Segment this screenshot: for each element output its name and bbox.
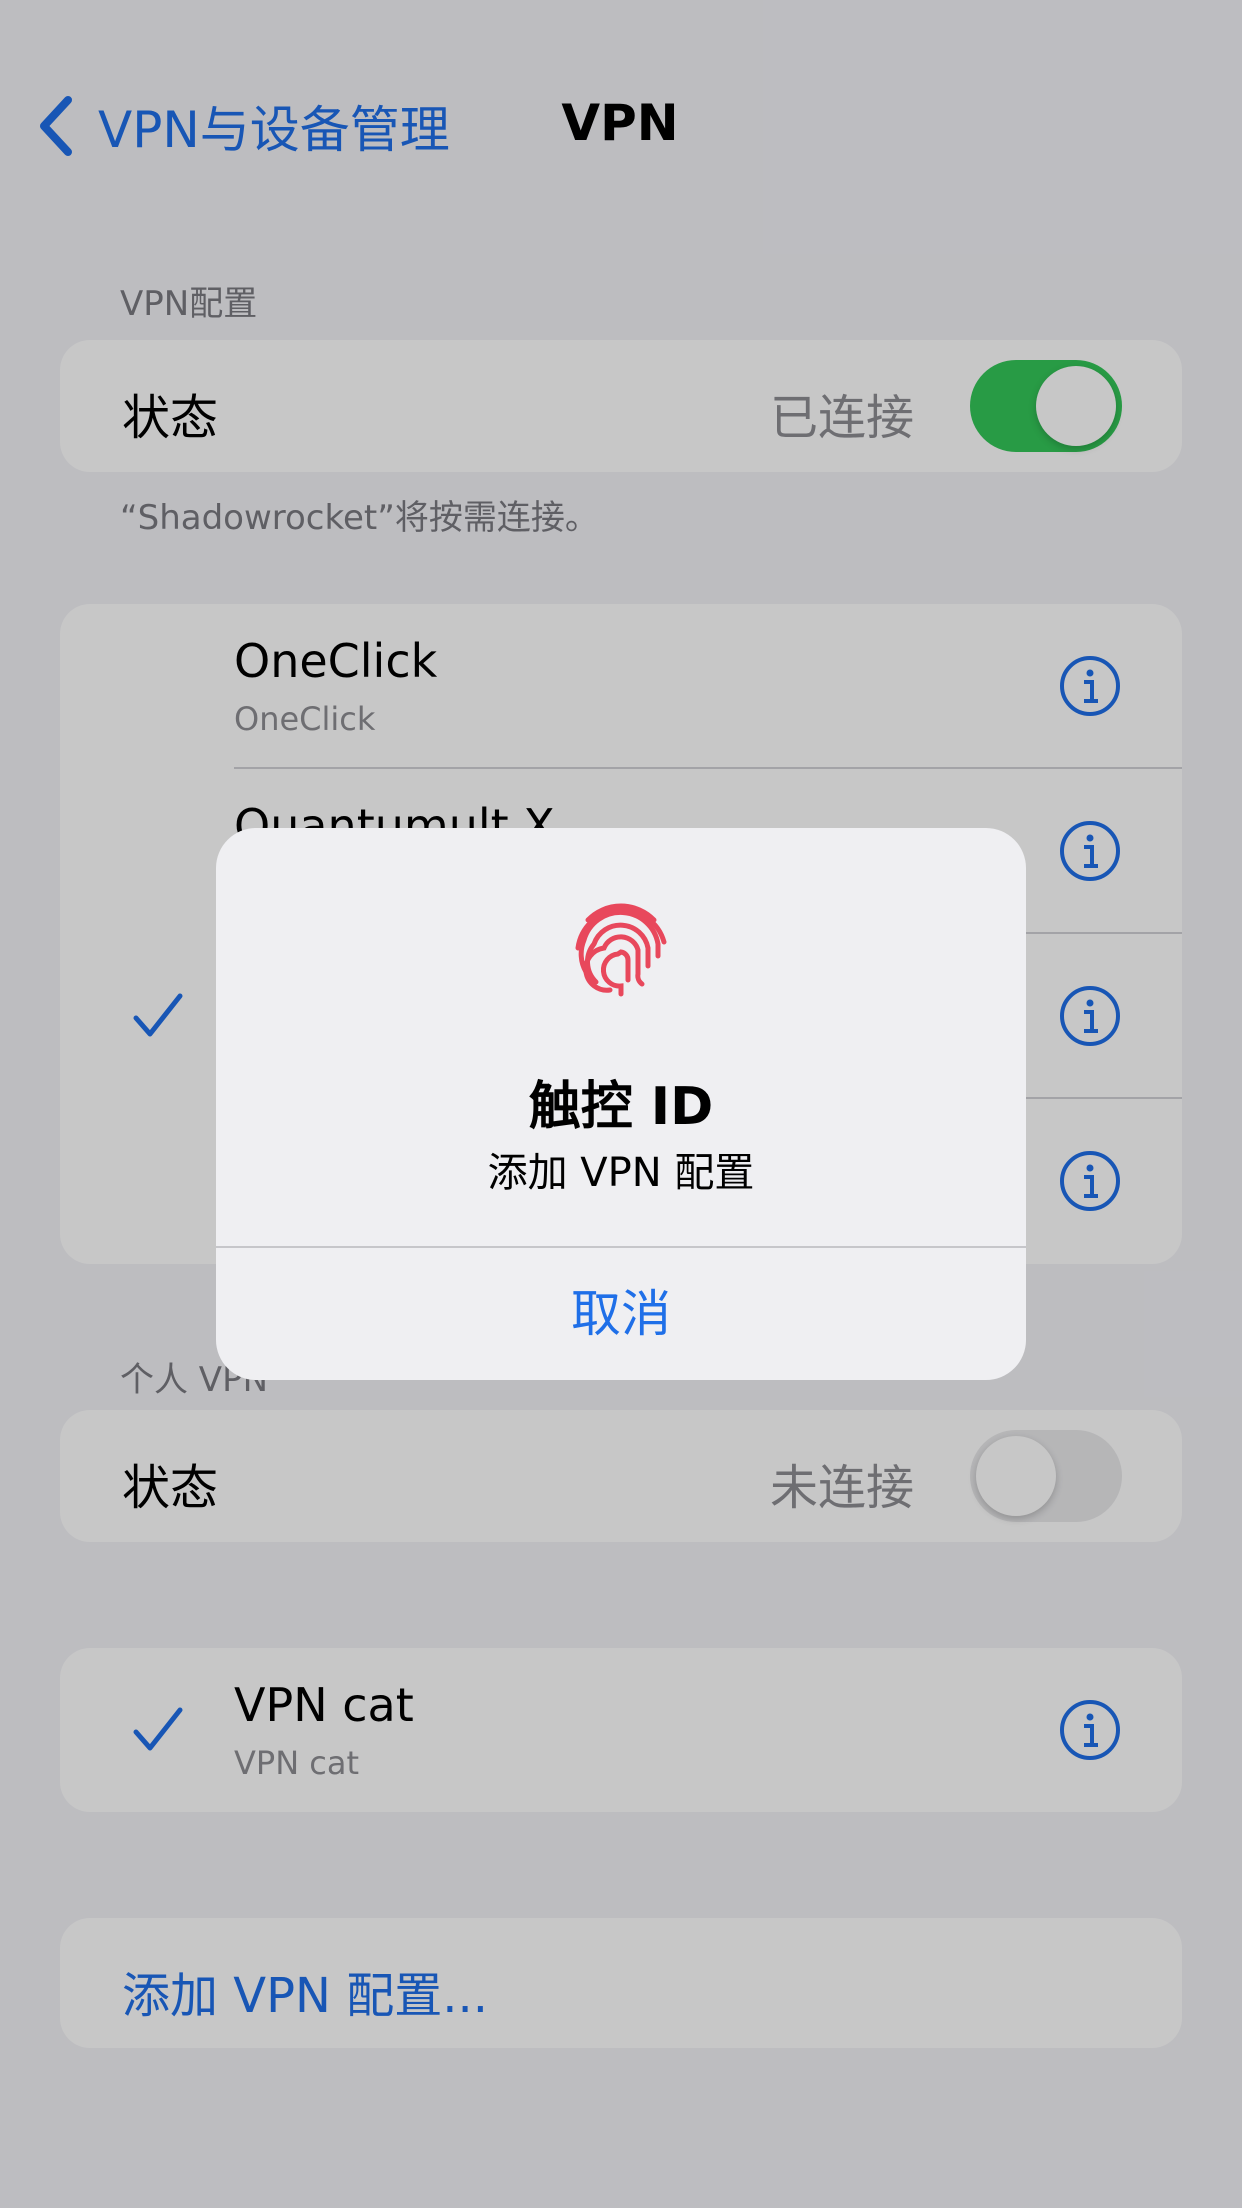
cancel-button[interactable]: 取消 xyxy=(216,1248,1026,1380)
alert-title: 触控 ID xyxy=(528,1077,714,1137)
fingerprint-icon xyxy=(575,903,667,997)
alert-message: 添加 VPN 配置 xyxy=(487,1150,755,1196)
touch-id-alert: 触控 ID 添加 VPN 配置 取消 xyxy=(216,828,1026,1380)
